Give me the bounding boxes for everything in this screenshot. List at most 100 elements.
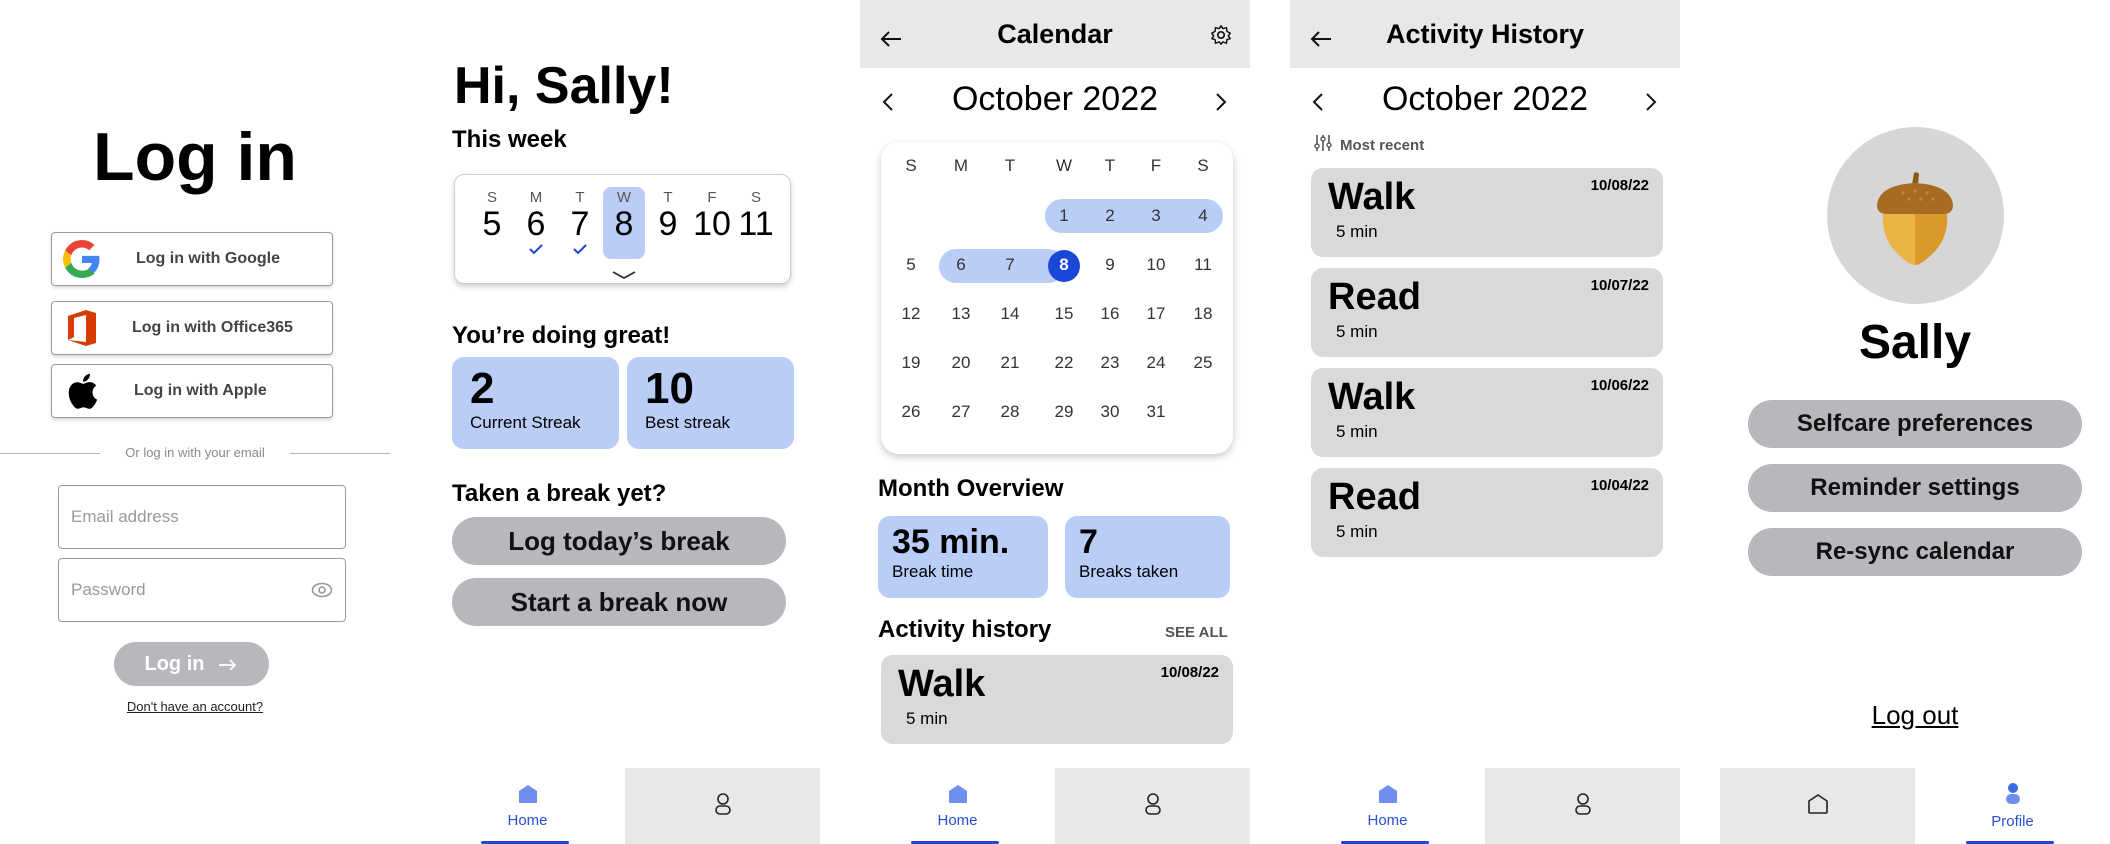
next-month-icon[interactable] xyxy=(1645,92,1657,117)
google-login-label: Log in with Google xyxy=(136,250,280,267)
week-day-letter: F xyxy=(707,189,717,206)
calendar-day[interactable]: 5 xyxy=(888,255,934,275)
sort-filter[interactable]: Most recent xyxy=(1314,134,1424,156)
resync-calendar-button[interactable]: Re-sync calendar xyxy=(1748,528,2082,576)
nav-home[interactable]: Home xyxy=(1290,768,1485,844)
week-day-letter: M xyxy=(529,189,543,206)
month-label: October 2022 xyxy=(951,80,1159,118)
calendar-day[interactable]: 6 xyxy=(938,255,984,275)
calendar-day[interactable]: 25 xyxy=(1180,353,1226,373)
week-day[interactable]: S5 xyxy=(470,189,514,242)
calendar-day[interactable]: 11 xyxy=(1180,255,1226,275)
calendar-day[interactable]: 15 xyxy=(1041,304,1087,324)
nav-profile[interactable] xyxy=(625,768,820,844)
calendar-day[interactable]: 12 xyxy=(888,304,934,324)
signup-link[interactable]: Don't have an account? xyxy=(0,699,390,714)
greeting: Hi, Sally! xyxy=(454,57,674,115)
log-break-button[interactable]: Log today’s break xyxy=(452,517,786,565)
bottom-nav: Profile xyxy=(1720,768,2110,844)
calendar-day[interactable]: 7 xyxy=(987,255,1033,275)
activity-card[interactable]: Walk 5 min 10/06/22 xyxy=(1311,368,1663,457)
calendar-day[interactable]: 26 xyxy=(888,402,934,422)
week-day[interactable]: S 11 xyxy=(734,189,778,242)
week-day-number: 7 xyxy=(570,205,590,243)
home-icon xyxy=(517,783,539,810)
calendar-day[interactable]: 4 xyxy=(1180,206,1226,226)
best-streak-card: 10 Best streak xyxy=(627,357,794,449)
person-icon xyxy=(2003,782,2023,811)
nav-home-label: Home xyxy=(937,812,978,829)
google-login-button[interactable]: Log in with Google xyxy=(51,232,333,286)
activity-card[interactable]: Read 5 min 10/04/22 xyxy=(1311,468,1663,557)
week-day-number: 6 xyxy=(526,205,546,243)
calendar-day[interactable]: 21 xyxy=(987,353,1033,373)
calendar-day[interactable]: 28 xyxy=(987,402,1033,422)
nav-home[interactable]: Home xyxy=(860,768,1055,844)
back-arrow-icon[interactable] xyxy=(1310,24,1332,55)
apple-icon xyxy=(52,372,112,410)
activity-card[interactable]: Walk 5 min 10/08/22 xyxy=(1311,168,1663,257)
week-day[interactable]: W8 xyxy=(602,189,646,242)
nav-home[interactable] xyxy=(1720,768,1915,844)
selfcare-preferences-button[interactable]: Selfcare preferences xyxy=(1748,400,2082,448)
google-icon xyxy=(52,240,112,278)
activity-history-screen: Activity History October 2022 Most recen… xyxy=(1290,0,1680,844)
password-field[interactable]: Password xyxy=(58,558,346,622)
break-heading: Taken a break yet? xyxy=(452,480,667,507)
chevron-down-icon[interactable] xyxy=(611,267,637,285)
break-time-card: 35 min. Break time xyxy=(878,516,1048,598)
calendar-day[interactable]: 18 xyxy=(1180,304,1226,324)
logout-link[interactable]: Log out xyxy=(1720,700,2110,731)
next-month-icon[interactable] xyxy=(1215,92,1227,117)
weekday-header: W xyxy=(1055,156,1073,175)
activity-name: Walk xyxy=(1328,176,1416,218)
week-day[interactable]: M6 xyxy=(514,189,558,260)
see-all-link[interactable]: SEE ALL xyxy=(1165,624,1228,641)
calendar-day[interactable]: 17 xyxy=(1133,304,1179,324)
calendar-day[interactable]: 14 xyxy=(987,304,1033,324)
activity-card[interactable]: Walk 5 min 10/08/22 xyxy=(881,655,1233,744)
calendar-day[interactable]: 27 xyxy=(938,402,984,422)
email-field[interactable]: Email address xyxy=(58,485,346,549)
back-arrow-icon[interactable] xyxy=(880,24,902,55)
week-day[interactable]: F 10 xyxy=(690,189,734,242)
person-icon xyxy=(713,792,733,821)
calendar-day[interactable]: 8 xyxy=(1041,255,1087,275)
office-login-button[interactable]: Log in with Office365 xyxy=(51,301,333,355)
calendar-day[interactable]: 2 xyxy=(1087,206,1133,226)
office-icon xyxy=(52,309,112,347)
week-day[interactable]: T9 xyxy=(646,189,690,242)
activity-card[interactable]: Read 5 min 10/07/22 xyxy=(1311,268,1663,357)
calendar-day[interactable]: 30 xyxy=(1087,402,1133,422)
calendar-day[interactable]: 16 xyxy=(1087,304,1133,324)
week-day[interactable]: T7 xyxy=(558,189,602,260)
password-placeholder: Password xyxy=(71,580,146,599)
calendar-day[interactable]: 13 xyxy=(938,304,984,324)
nav-home[interactable]: Home xyxy=(430,768,625,844)
reminder-settings-button[interactable]: Reminder settings xyxy=(1748,464,2082,512)
calendar-day[interactable]: 3 xyxy=(1133,206,1179,226)
gear-icon[interactable] xyxy=(1210,22,1232,53)
calendar-day[interactable]: 19 xyxy=(888,353,934,373)
calendar-day[interactable]: 10 xyxy=(1133,255,1179,275)
nav-profile[interactable]: Profile xyxy=(1915,768,2110,844)
calendar-day[interactable]: 20 xyxy=(938,353,984,373)
calendar-day[interactable]: 29 xyxy=(1041,402,1087,422)
week-day-number: 11 xyxy=(738,205,774,243)
nav-profile[interactable] xyxy=(1485,768,1680,844)
doing-great-heading: You’re doing great! xyxy=(452,322,671,349)
calendar-day[interactable]: 31 xyxy=(1133,402,1179,422)
apple-login-button[interactable]: Log in with Apple xyxy=(51,364,333,418)
week-day-letter: T xyxy=(663,189,673,206)
start-break-button[interactable]: Start a break now xyxy=(452,578,786,626)
nav-profile[interactable] xyxy=(1055,768,1250,844)
calendar-day[interactable]: 9 xyxy=(1087,255,1133,275)
week-strip[interactable]: S 5 M 6 T 7 W 8 T 9 F 10 S 11 xyxy=(454,174,791,284)
profile-screen: Sally Selfcare preferences Reminder sett… xyxy=(1720,0,2110,844)
login-submit-button[interactable]: Log in xyxy=(114,642,269,686)
calendar-day[interactable]: 24 xyxy=(1133,353,1179,373)
eye-icon[interactable] xyxy=(311,581,333,604)
calendar-day[interactable]: 22 xyxy=(1041,353,1087,373)
calendar-day[interactable]: 1 xyxy=(1041,206,1087,226)
calendar-day[interactable]: 23 xyxy=(1087,353,1133,373)
